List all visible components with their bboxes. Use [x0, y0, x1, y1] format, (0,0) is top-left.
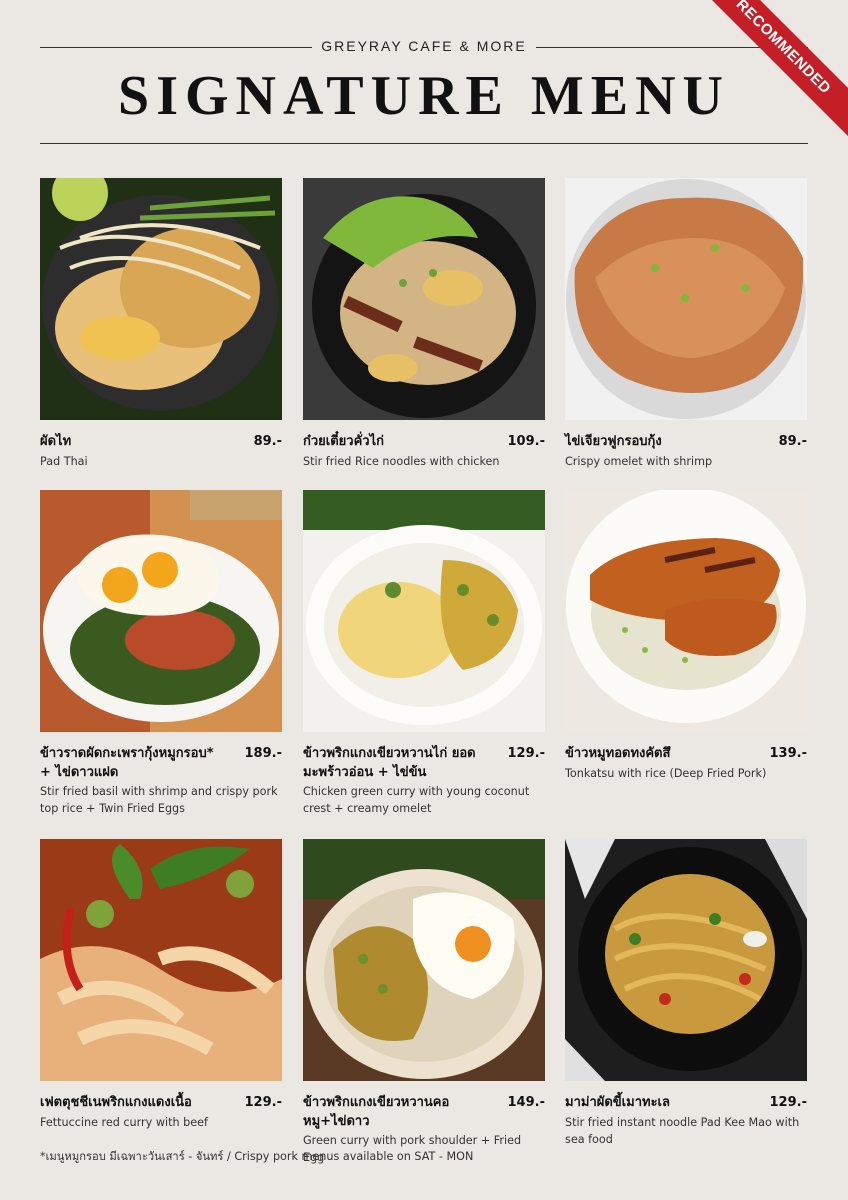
basil-shrimp-crispy-pork-photo	[40, 490, 282, 732]
menu-item: ข้าวพริกแกงเขียวหวานคอหมู+ไข่ดาว 149.- G…	[303, 839, 545, 1166]
pork-shoulder-green-curry-photo	[303, 839, 545, 1081]
cafe-name: GREYRAY CAFE & MORE	[321, 38, 527, 54]
menu-item: ข้าวพริกแกงเขียวหวานไก่ ยอดมะพร้าวอ่อน +…	[303, 490, 545, 817]
item-english-name: Tonkatsu with rice (Deep Fried Pork)	[565, 767, 767, 780]
footnote: *เมนูหมูกรอบ มีเฉพาะวันเสาร์ - จันทร์ / …	[40, 1150, 474, 1163]
page-title: SIGNATURE MENU	[118, 65, 730, 127]
rice-noodles-chicken-photo	[303, 178, 545, 420]
item-price: 129.-	[507, 746, 545, 761]
item-price: 189.-	[244, 746, 282, 761]
instant-noodle-kee-mao-photo	[565, 839, 807, 1081]
menu-item: ข้าวราดผัดกะเพรากุ้งหมูกรอบ* + ไข่ดาวแฝด…	[40, 490, 282, 817]
header-rule-bottom	[40, 143, 808, 144]
item-price: 89.-	[253, 434, 282, 449]
item-english-name: Stir fried Rice noodles with chicken	[303, 455, 500, 468]
item-english-name: Chicken green curry with young coconut c…	[303, 785, 530, 815]
menu-item: มาม่าผัดขี้เมาทะเล 129.- Stir fried inst…	[565, 839, 807, 1148]
item-price: 149.-	[507, 1095, 545, 1110]
item-english-name: Crispy omelet with shrimp	[565, 455, 713, 468]
item-price: 89.-	[778, 434, 807, 449]
chicken-green-curry-photo	[303, 490, 545, 732]
item-thai-name: ผัดไท	[40, 434, 72, 449]
item-english-name: Pad Thai	[40, 455, 88, 468]
fettuccine-red-curry-beef-photo	[40, 839, 282, 1081]
item-thai-name: ไข่เจียวฟูกรอบกุ้ง	[565, 434, 662, 449]
menu-item: ผัดไท 89.- Pad Thai	[40, 178, 282, 470]
menu-item: ข้าวหมูทอดทงคัตสึ 139.- Tonkatsu with ri…	[565, 490, 807, 782]
item-english-name: Stir fried basil with shrimp and crispy …	[40, 785, 278, 815]
item-price: 139.-	[769, 746, 807, 761]
item-price: 109.-	[507, 434, 545, 449]
item-english-name: Stir fried instant noodle Pad Kee Mao wi…	[565, 1116, 800, 1146]
menu-item: เฟตตุชชีเนพริกแกงแดงเนื้อ 129.- Fettucci…	[40, 839, 282, 1131]
item-english-name: Fettuccine red curry with beef	[40, 1116, 208, 1129]
tonkatsu-rice-photo	[565, 490, 807, 732]
item-price: 129.-	[769, 1095, 807, 1110]
crispy-omelet-shrimp-photo	[565, 178, 807, 420]
menu-item: ก๋วยเตี๋ยวคั่วไก่ 109.- Stir fried Rice …	[303, 178, 545, 470]
pad-thai-photo	[40, 178, 282, 420]
menu-item: ไข่เจียวฟูกรอบกุ้ง 89.- Crispy omelet wi…	[565, 178, 807, 470]
item-price: 129.-	[244, 1095, 282, 1110]
